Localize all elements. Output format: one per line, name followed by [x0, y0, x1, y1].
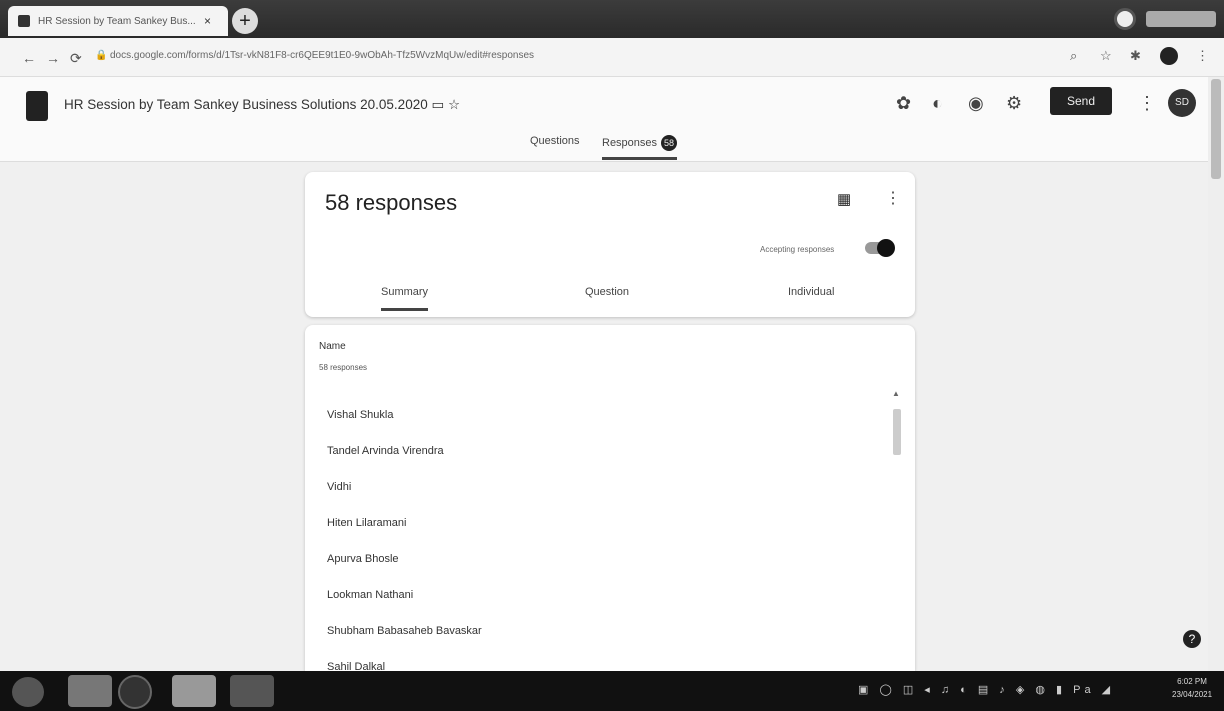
- taskbar: ▣ ◯ ◫ ◂ ♫ ◐ ▤ ♪ ◈ ◍ ▮ Pa ◢ 6:02 PM 23/04…: [0, 671, 1224, 711]
- accepting-responses-label: Accepting responses: [760, 245, 835, 254]
- question-response-count: 58 responses: [319, 363, 368, 372]
- browser-tab[interactable]: HR Session by Team Sankey Bus... ×: [8, 6, 228, 36]
- tab-responses[interactable]: Responses 58: [602, 135, 678, 160]
- forms-header: HR Session by Team Sankey Business Solut…: [0, 77, 1224, 162]
- bookmark-star-icon[interactable]: ☆: [1100, 48, 1112, 64]
- reload-icon[interactable]: ⟳: [70, 50, 82, 67]
- zoom-icon[interactable]: ⌕: [1070, 48, 1077, 64]
- tab-question[interactable]: Question: [585, 286, 629, 298]
- forms-favicon-icon: [18, 15, 30, 27]
- list-item: Lookman Nathani: [327, 589, 414, 601]
- list-item: Tandel Arvinda Virendra: [327, 445, 444, 457]
- preview-eye-icon[interactable]: ◉: [968, 93, 984, 114]
- responses-title: 58 responses: [325, 190, 458, 215]
- settings-gear-icon[interactable]: ⚙: [1006, 93, 1022, 114]
- list-item: Apurva Bhosle: [327, 553, 399, 565]
- answer-list-scrollbar-thumb[interactable]: [893, 409, 901, 455]
- browser-profile-icon[interactable]: [1114, 8, 1136, 30]
- form-title-text: HR Session by Team Sankey Business Solut…: [64, 97, 428, 112]
- sheets-icon[interactable]: ▦: [837, 190, 851, 208]
- page-scrollbar-thumb[interactable]: [1211, 79, 1221, 179]
- browser-tab-bar: HR Session by Team Sankey Bus... × +: [0, 0, 1224, 38]
- help-icon[interactable]: ?: [1183, 630, 1201, 648]
- tab-summary[interactable]: Summary: [381, 286, 429, 311]
- tab-questions[interactable]: Questions: [530, 135, 580, 147]
- clock-time: 6:02 PM: [1177, 677, 1207, 686]
- forward-icon[interactable]: →: [46, 50, 60, 66]
- browser-menu-icon[interactable]: ⋮: [1196, 48, 1209, 64]
- list-item: Shubham Babasaheb Bavaskar: [327, 625, 482, 637]
- more-options-icon[interactable]: ⋮: [1138, 93, 1156, 114]
- form-tabs: Questions Responses 58: [0, 129, 1224, 161]
- list-item: Vishal Shukla: [327, 409, 394, 421]
- opera-icon[interactable]: [118, 675, 152, 709]
- start-button[interactable]: [12, 677, 44, 707]
- scroll-up-icon[interactable]: ▲: [892, 389, 900, 398]
- response-view-tabs: Summary Question Individual: [305, 280, 915, 317]
- file-explorer-icon[interactable]: [68, 675, 112, 707]
- extensions-icon[interactable]: ✱: [1130, 48, 1141, 64]
- question-title: Name: [319, 341, 346, 352]
- list-item: Vidhi: [327, 481, 352, 493]
- addon-icon[interactable]: ✿: [896, 93, 911, 114]
- app-icon[interactable]: [230, 675, 274, 707]
- folder-icon[interactable]: ▭: [431, 97, 444, 112]
- tab-responses-label: Responses: [602, 136, 658, 149]
- chrome-icon[interactable]: [172, 675, 216, 707]
- question-summary-card: Name 58 responses Vishal Shukla Tandel A…: [305, 325, 915, 671]
- window-buttons[interactable]: [1146, 11, 1216, 27]
- new-tab-button[interactable]: +: [232, 8, 258, 34]
- answer-list: Vishal Shukla Tandel Arvinda Virendra Vi…: [327, 405, 887, 671]
- back-icon[interactable]: ←: [22, 50, 36, 66]
- list-item: Hiten Lilaramani: [327, 517, 407, 529]
- url-field[interactable]: docs.google.com/forms/d/1Tsr-vkN81F8-cr6…: [110, 50, 670, 61]
- responses-more-icon[interactable]: ⋮: [885, 188, 901, 208]
- clock-date: 23/04/2021: [1172, 690, 1213, 699]
- avatar[interactable]: SD: [1168, 89, 1196, 117]
- profile-avatar-icon[interactable]: [1160, 47, 1178, 65]
- close-tab-icon[interactable]: ×: [204, 14, 211, 28]
- send-button[interactable]: Send: [1050, 87, 1112, 115]
- clock[interactable]: 6:02 PM 23/04/2021: [1172, 675, 1212, 701]
- accepting-responses-toggle[interactable]: [865, 239, 895, 257]
- window-controls: [1106, 6, 1216, 32]
- lock-icon: 🔒: [95, 50, 108, 61]
- page-scrollbar[interactable]: [1208, 77, 1224, 671]
- address-bar: ← → ⟳ 🔒 docs.google.com/forms/d/1Tsr-vkN…: [0, 38, 1224, 77]
- palette-icon[interactable]: ◐: [932, 93, 943, 114]
- system-tray[interactable]: ▣ ◯ ◫ ◂ ♫ ◐ ▤ ♪ ◈ ◍ ▮ Pa ◢: [858, 683, 1114, 696]
- forms-logo-icon[interactable]: [26, 91, 48, 121]
- form-title: HR Session by Team Sankey Business Solut…: [64, 97, 460, 113]
- responses-count-badge: 58: [661, 135, 678, 151]
- tab-individual[interactable]: Individual: [788, 286, 834, 298]
- star-icon[interactable]: ☆: [448, 97, 460, 112]
- responses-card: 58 responses ▦ ⋮ Accepting responses Sum…: [305, 172, 915, 317]
- tab-title: HR Session by Team Sankey Bus...: [38, 15, 196, 27]
- list-item: Sahil Dalkal: [327, 661, 386, 671]
- answer-list-scrollbar[interactable]: ▲: [891, 389, 901, 459]
- toggle-knob: [877, 239, 895, 257]
